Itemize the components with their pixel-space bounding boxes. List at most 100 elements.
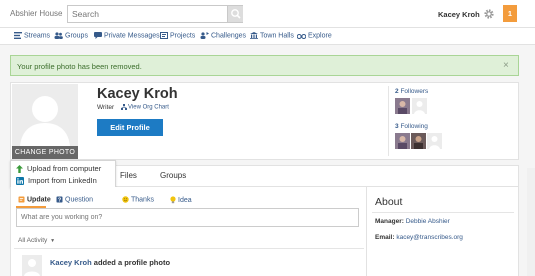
import-from-linkedin-item[interactable]: Import from LinkedIn [16,176,97,186]
org-chart-icon [121,104,127,110]
composer-tab-thanks[interactable]: Thanks [122,196,154,203]
composer-tab-update-label: Update [27,196,51,204]
feed-divider [14,248,364,249]
nav-town-halls[interactable]: Town Halls [250,32,294,39]
nav-explore-label: Explore [308,32,332,40]
change-photo-menu: Upload from computer Import from LinkedI… [10,160,116,188]
following-link[interactable]: 3 Following [395,123,428,130]
default-avatar-icon [24,259,40,276]
question-icon: ? [56,196,63,203]
activity-action: added a profile photo [93,258,171,267]
manager-label: Manager: [375,218,404,225]
activity-filter-label: All Activity [18,237,48,244]
upload-from-computer-label: Upload from computer [27,164,102,173]
nav-private-messages-label: Private Messages [104,32,160,40]
tab-files[interactable]: Files [120,171,137,180]
view-org-chart-link[interactable]: View Org Chart [121,104,169,111]
alert-message: Your profile photo has been removed. [17,62,142,71]
search-box [67,5,243,23]
composer-tab-question[interactable]: ? Question [56,196,93,203]
nav-streams[interactable]: Streams [14,32,50,39]
townhalls-icon [250,32,258,39]
nav-groups[interactable]: Groups [54,32,88,39]
activity-user-link[interactable]: Kacey Kroh [50,258,92,267]
following-photo-icon [411,133,426,149]
about-divider [372,212,514,213]
followers-count: 2 [395,88,399,95]
following-label: Following [400,123,428,130]
follower-avatar[interactable] [412,98,427,114]
follower-photo-icon [395,98,410,114]
composer-tab-thanks-label: Thanks [131,196,154,204]
composer-tab-idea-label: Idea [178,196,192,204]
composer-box [16,208,359,227]
view-org-chart-label: View Org Chart [128,104,169,111]
messages-icon [94,32,102,39]
following-count: 3 [395,123,399,130]
upload-arrow-icon [16,165,23,174]
default-avatar-icon [427,133,442,149]
composer-tab-update[interactable]: Update [18,196,51,203]
email-link[interactable]: kacey@transcribes.org [396,234,463,241]
chevron-down-icon: ▼ [50,238,56,244]
thanks-smile-icon [122,196,129,203]
email-label: Email: [375,234,395,241]
about-title: About [375,196,403,208]
profile-avatar[interactable] [12,84,78,146]
following-avatar[interactable] [411,133,426,149]
notifications-badge[interactable]: 1 [503,5,517,22]
followers-link[interactable]: 2 Followers [395,88,428,95]
nav-projects[interactable]: Projects [160,32,195,39]
composer-tab-idea[interactable]: Idea [170,196,192,204]
main-nav: Streams Groups Private Messages Projects… [0,28,535,45]
alert-close-button[interactable]: × [503,60,509,71]
following-avatar[interactable] [395,133,410,149]
followers-label: Followers [400,88,429,95]
manager-link[interactable]: Debbie Abshier [406,218,450,225]
nav-explore[interactable]: Explore [297,32,332,39]
linkedin-icon [16,177,24,186]
about-email-row: Email: kacey@transcribes.org [375,234,463,241]
follower-avatar[interactable] [395,98,410,114]
activity-text: Kacey Kroh added a profile photo [50,258,170,267]
default-avatar-icon [412,98,427,114]
streams-icon [14,32,22,39]
activity-avatar[interactable] [22,255,42,276]
composer-input[interactable] [17,209,347,226]
change-photo-button[interactable]: CHANGE PHOTO [12,146,78,159]
nav-challenges[interactable]: Challenges [200,32,246,39]
network-name[interactable]: Abshier House [10,9,62,18]
following-photo-icon [395,133,410,149]
edit-profile-button[interactable]: Edit Profile [97,119,163,136]
groups-icon [54,32,63,39]
current-user-name[interactable]: Kacey Kroh [438,10,480,19]
lightbulb-icon [170,196,176,204]
upload-from-computer-item[interactable]: Upload from computer [16,164,102,174]
profile-card [10,82,519,160]
scrollbar[interactable] [527,168,535,276]
default-avatar-icon [20,96,70,146]
following-avatar[interactable] [427,133,442,149]
activity-filter-dropdown[interactable]: All Activity ▼ [18,237,55,244]
profile-name: Kacey Kroh [97,86,178,102]
update-icon [18,196,25,203]
projects-icon [160,32,168,39]
nav-town-halls-label: Town Halls [260,32,294,40]
search-icon [231,9,241,19]
composer-tab-question-label: Question [65,196,94,204]
nav-projects-label: Projects [170,32,196,40]
card-divider [388,86,389,156]
explore-icon [297,33,306,39]
gear-icon [484,9,494,19]
nav-groups-label: Groups [65,32,88,40]
nav-challenges-label: Challenges [211,32,247,40]
profile-role: Writer [97,104,115,111]
settings-button[interactable] [483,8,495,20]
success-alert: Your profile photo has been removed. × [10,55,519,76]
challenges-icon [200,32,209,39]
tab-groups[interactable]: Groups [160,171,186,180]
about-manager-row: Manager: Debbie Abshier [375,218,450,225]
nav-private-messages[interactable]: Private Messages [94,32,160,39]
search-button[interactable] [227,6,243,22]
search-input[interactable] [68,6,218,22]
